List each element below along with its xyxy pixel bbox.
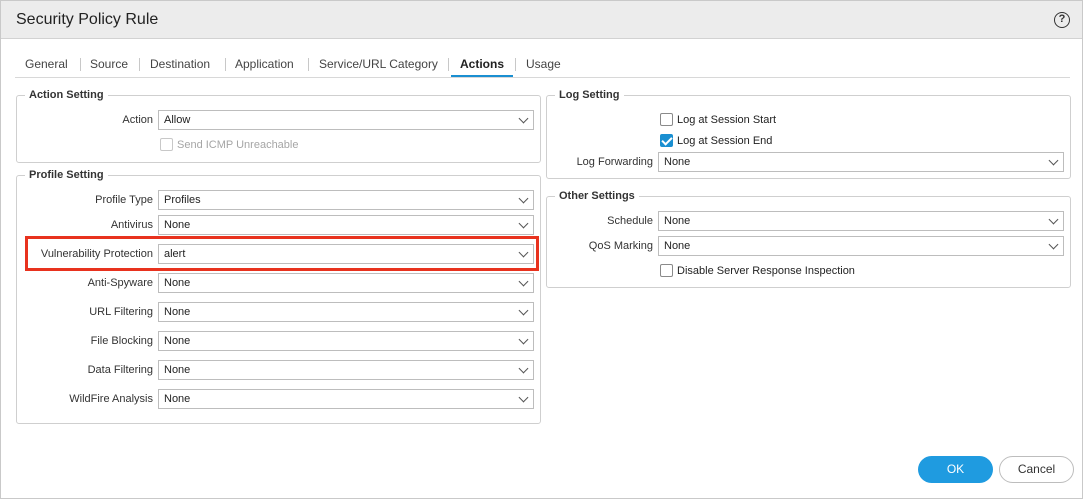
chevron-down-icon — [518, 113, 529, 124]
profile-setting-legend: Profile Setting — [25, 169, 108, 181]
tab-separator — [448, 58, 449, 71]
action-label: Action — [122, 114, 153, 126]
tab-service-url-category[interactable]: Service/URL Category — [319, 51, 438, 77]
dialog-title: Security Policy Rule — [16, 11, 159, 28]
action-select-value: Allow — [164, 114, 191, 126]
profile-type-label: Profile Type — [95, 194, 153, 206]
log-forwarding-label: Log Forwarding — [576, 156, 653, 168]
chevron-down-icon — [518, 305, 529, 316]
log-forwarding-select[interactable]: None — [658, 152, 1064, 172]
profile-setting-group: Profile Setting — [16, 169, 541, 424]
qos-marking-value: None — [664, 240, 691, 252]
tabs-divider — [15, 77, 1070, 78]
cancel-button[interactable]: Cancel — [999, 456, 1074, 483]
anti-spyware-label: Anti-Spyware — [87, 277, 153, 289]
schedule-value: None — [664, 215, 691, 227]
log-forwarding-value: None — [664, 156, 691, 168]
dialog-titlebar: Security Policy Rule ? — [1, 1, 1082, 39]
disable-server-response-inspection-label: Disable Server Response Inspection — [677, 265, 855, 277]
tab-separator — [308, 58, 309, 71]
ok-button[interactable]: OK — [918, 456, 993, 483]
log-at-session-end-checkbox[interactable] — [660, 134, 673, 147]
qos-marking-label: QoS Marking — [588, 240, 653, 252]
url-filtering-select[interactable]: None — [158, 302, 534, 322]
chevron-down-icon — [1048, 155, 1059, 166]
chevron-down-icon — [518, 193, 529, 204]
log-at-session-end-label: Log at Session End — [677, 135, 773, 147]
help-icon[interactable]: ? — [1054, 12, 1070, 28]
data-filtering-label: Data Filtering — [87, 364, 153, 376]
tab-separator — [80, 58, 81, 71]
chevron-down-icon — [518, 392, 529, 403]
log-at-session-start-checkbox[interactable] — [660, 113, 673, 126]
wildfire-analysis-select[interactable]: None — [158, 389, 534, 409]
tab-application[interactable]: Application — [235, 51, 294, 77]
qos-marking-select[interactable]: None — [658, 236, 1064, 256]
other-settings-legend: Other Settings — [555, 190, 639, 202]
tab-actions[interactable]: Actions — [451, 51, 513, 77]
tab-separator — [225, 58, 226, 71]
highlight-box — [25, 236, 539, 271]
security-policy-rule-dialog: Security Policy Rule ? General Source De… — [0, 0, 1083, 499]
url-filtering-value: None — [164, 306, 191, 318]
anti-spyware-select[interactable]: None — [158, 273, 534, 293]
send-icmp-unreachable-label: Send ICMP Unreachable — [177, 139, 299, 151]
tab-usage[interactable]: Usage — [526, 51, 561, 77]
file-blocking-value: None — [164, 335, 191, 347]
tab-separator — [139, 58, 140, 71]
antivirus-value: None — [164, 219, 191, 231]
schedule-select[interactable]: None — [658, 211, 1064, 231]
action-select[interactable]: Allow — [158, 110, 534, 130]
antivirus-label: Antivirus — [110, 219, 153, 231]
chevron-down-icon — [1048, 214, 1059, 225]
chevron-down-icon — [518, 363, 529, 374]
file-blocking-label: File Blocking — [90, 335, 153, 347]
anti-spyware-value: None — [164, 277, 191, 289]
data-filtering-value: None — [164, 364, 191, 376]
tab-separator — [515, 58, 516, 71]
profile-type-select[interactable]: Profiles — [158, 190, 534, 210]
url-filtering-label: URL Filtering — [89, 306, 153, 318]
wildfire-analysis-value: None — [164, 393, 191, 405]
disable-server-response-inspection-checkbox[interactable] — [660, 264, 673, 277]
antivirus-select[interactable]: None — [158, 215, 534, 235]
data-filtering-select[interactable]: None — [158, 360, 534, 380]
action-setting-legend: Action Setting — [25, 89, 108, 101]
wildfire-analysis-label: WildFire Analysis — [69, 393, 153, 405]
tab-source[interactable]: Source — [90, 51, 128, 77]
schedule-label: Schedule — [607, 215, 653, 227]
tab-destination[interactable]: Destination — [150, 51, 210, 77]
tab-general[interactable]: General — [25, 51, 68, 77]
log-at-session-start-label: Log at Session Start — [677, 114, 777, 126]
chevron-down-icon — [518, 334, 529, 345]
file-blocking-select[interactable]: None — [158, 331, 534, 351]
log-setting-legend: Log Setting — [555, 89, 624, 101]
profile-type-value: Profiles — [164, 194, 201, 206]
chevron-down-icon — [518, 218, 529, 229]
chevron-down-icon — [518, 276, 529, 287]
send-icmp-unreachable-checkbox[interactable] — [160, 138, 173, 151]
chevron-down-icon — [1048, 239, 1059, 250]
